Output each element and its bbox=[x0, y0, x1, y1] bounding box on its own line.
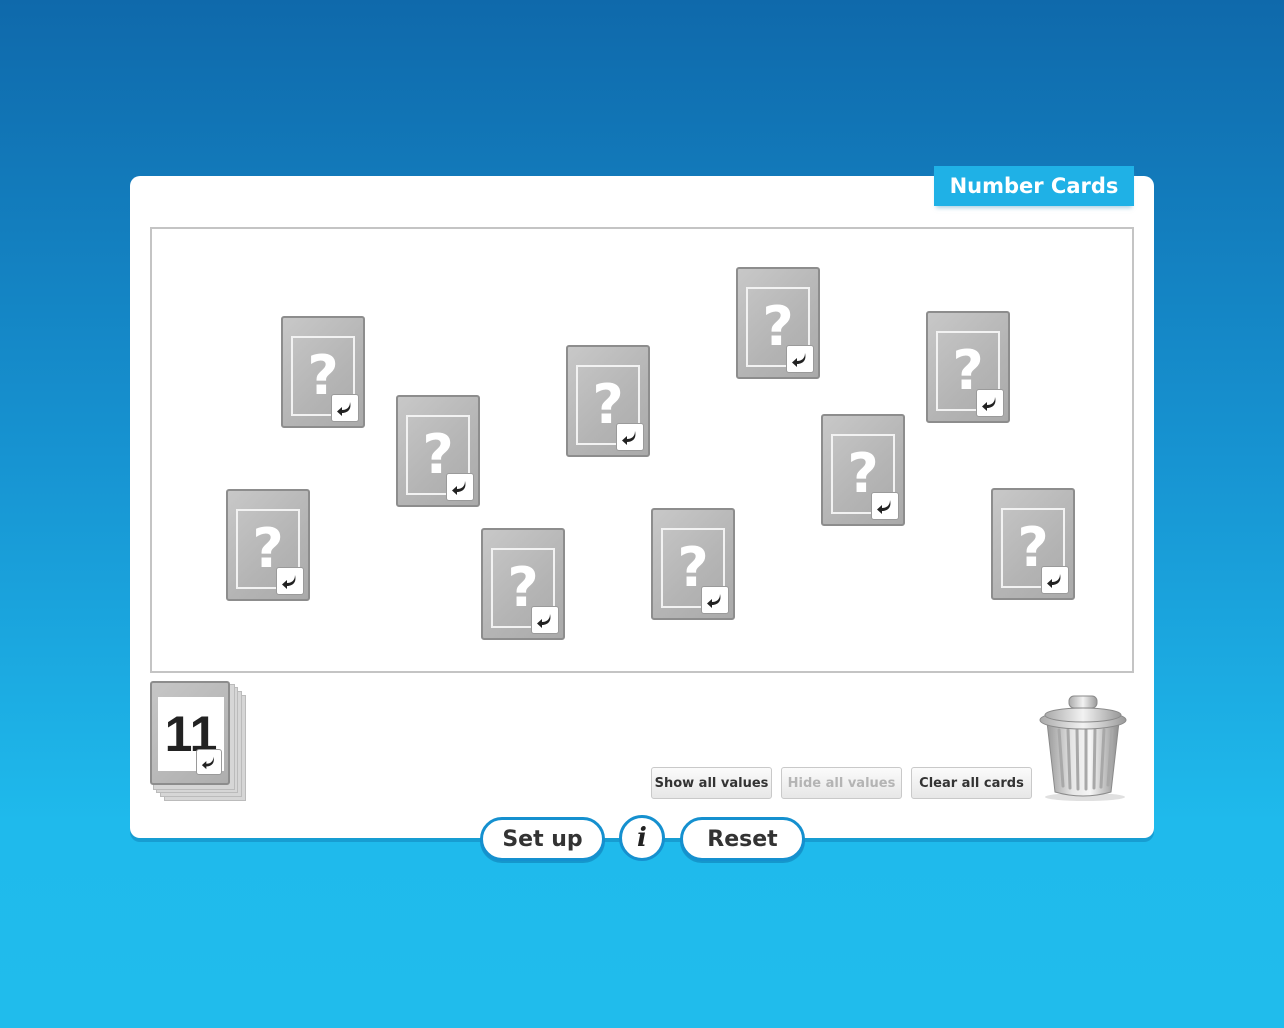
info-button[interactable]: i bbox=[619, 815, 665, 861]
flip-icon[interactable] bbox=[701, 586, 729, 614]
card-area[interactable]: ? ? ? ? ? ? ? ? ? ? bbox=[150, 227, 1134, 673]
flip-icon[interactable] bbox=[976, 389, 1004, 417]
trash-can-icon[interactable] bbox=[1037, 692, 1129, 802]
flip-icon[interactable] bbox=[196, 749, 222, 775]
deck-top-card[interactable]: 11 bbox=[150, 681, 230, 785]
flip-icon[interactable] bbox=[871, 492, 899, 520]
flip-icon[interactable] bbox=[1041, 566, 1069, 594]
flip-icon[interactable] bbox=[786, 345, 814, 373]
hide-all-values-button[interactable]: Hide all values bbox=[781, 767, 902, 799]
clear-all-cards-button[interactable]: Clear all cards bbox=[911, 767, 1032, 799]
setup-button[interactable]: Set up bbox=[480, 817, 605, 861]
flip-icon[interactable] bbox=[531, 606, 559, 634]
app-title: Number Cards bbox=[934, 166, 1134, 206]
card[interactable]: ? bbox=[281, 316, 365, 428]
card[interactable]: ? bbox=[821, 414, 905, 526]
flip-icon[interactable] bbox=[276, 567, 304, 595]
card[interactable]: ? bbox=[396, 395, 480, 507]
card[interactable]: ? bbox=[226, 489, 310, 601]
card-deck[interactable]: 11 bbox=[150, 681, 246, 801]
flip-icon[interactable] bbox=[446, 473, 474, 501]
card[interactable]: ? bbox=[481, 528, 565, 640]
card[interactable]: ? bbox=[926, 311, 1010, 423]
card[interactable]: ? bbox=[991, 488, 1075, 600]
card[interactable]: ? bbox=[651, 508, 735, 620]
show-all-values-button[interactable]: Show all values bbox=[651, 767, 772, 799]
card[interactable]: ? bbox=[736, 267, 820, 379]
flip-icon[interactable] bbox=[331, 394, 359, 422]
card[interactable]: ? bbox=[566, 345, 650, 457]
reset-button[interactable]: Reset bbox=[680, 817, 805, 861]
flip-icon[interactable] bbox=[616, 423, 644, 451]
